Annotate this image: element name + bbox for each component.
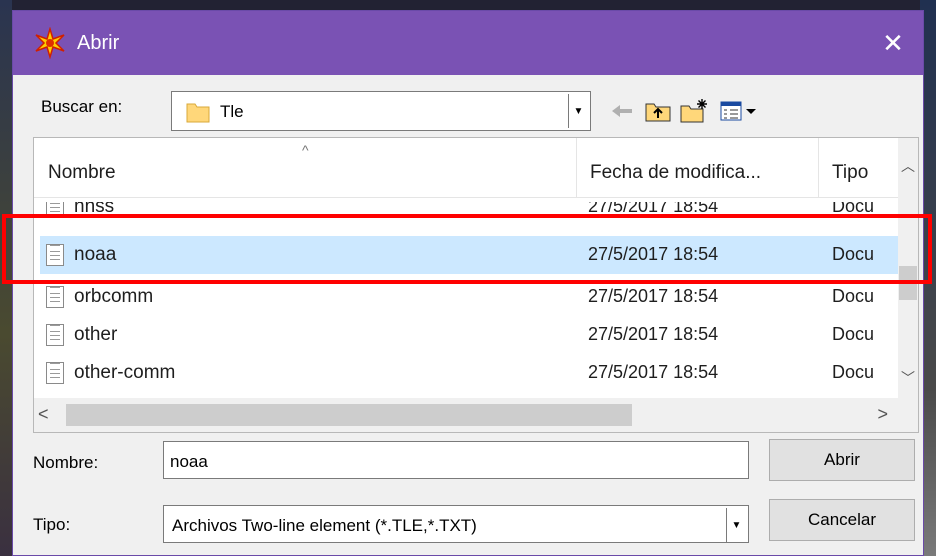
document-icon (46, 286, 64, 308)
title-bar[interactable]: Abrir ✕ (13, 11, 923, 75)
document-icon (46, 324, 64, 346)
horizontal-scroll-thumb[interactable] (66, 404, 632, 426)
filename-input[interactable]: noaa (163, 441, 749, 479)
document-icon (46, 362, 64, 384)
file-date: 27/5/2017 18:54 (588, 362, 719, 382)
horizontal-scrollbar[interactable]: < > (34, 398, 918, 432)
filename-value: noaa (170, 452, 208, 471)
file-list[interactable]: Nombre ^ Fecha de modifica... Tipo nnss … (33, 137, 919, 433)
new-folder-icon[interactable] (679, 97, 709, 125)
chevron-down-icon[interactable]: ▼ (726, 508, 746, 542)
filetype-value: Archivos Two-line element (*.TLE,*.TXT) (172, 516, 477, 535)
filetype-select[interactable]: Archivos Two-line element (*.TLE,*.TXT) … (163, 505, 749, 543)
look-in-label: Buscar en: (41, 97, 123, 116)
chevron-down-icon[interactable]: ▼ (568, 94, 588, 128)
cancel-button[interactable]: Cancelar (769, 499, 915, 541)
app-splash-icon (33, 26, 67, 60)
column-header-type[interactable]: Tipo (832, 162, 868, 184)
back-arrow-icon[interactable] (607, 97, 637, 125)
scroll-up-icon[interactable]: ︿ (901, 156, 915, 176)
file-type: Docu (832, 286, 875, 306)
list-header: Nombre ^ Fecha de modifica... Tipo (34, 138, 900, 198)
filetype-label: Tipo: (33, 515, 71, 534)
list-item[interactable]: other 27/5/2017 18:54 Docu (40, 316, 900, 354)
column-header-name[interactable]: Nombre (48, 162, 116, 184)
file-name: orbcomm (74, 286, 154, 307)
sort-ascending-icon: ^ (302, 142, 309, 158)
scroll-left-icon[interactable]: < (38, 404, 49, 425)
look-in-combo[interactable]: Tle ▼ (171, 91, 591, 131)
file-type: Docu (832, 362, 875, 382)
scroll-down-icon[interactable]: ﹀ (901, 368, 915, 388)
column-header-date[interactable]: Fecha de modifica... (590, 162, 761, 184)
close-button[interactable]: ✕ (871, 23, 915, 63)
column-divider[interactable] (818, 138, 819, 198)
highlight-box (2, 214, 932, 284)
view-menu-icon[interactable] (717, 97, 761, 125)
background-top (0, 0, 936, 10)
up-folder-icon[interactable] (643, 97, 673, 125)
folder-icon (186, 100, 210, 124)
window-title: Abrir (77, 31, 120, 54)
file-date: 27/5/2017 18:54 (588, 324, 719, 344)
open-button[interactable]: Abrir (769, 439, 915, 481)
column-divider[interactable] (576, 138, 577, 198)
filename-label: Nombre: (33, 453, 99, 472)
file-name: other-comm (74, 362, 176, 383)
look-in-value: Tle (220, 102, 244, 121)
file-date: 27/5/2017 18:54 (588, 286, 719, 306)
file-name: other (74, 324, 118, 345)
list-item[interactable]: other-comm 27/5/2017 18:54 Docu (40, 354, 900, 392)
scroll-right-icon[interactable]: > (877, 404, 888, 425)
file-type: Docu (832, 324, 875, 344)
